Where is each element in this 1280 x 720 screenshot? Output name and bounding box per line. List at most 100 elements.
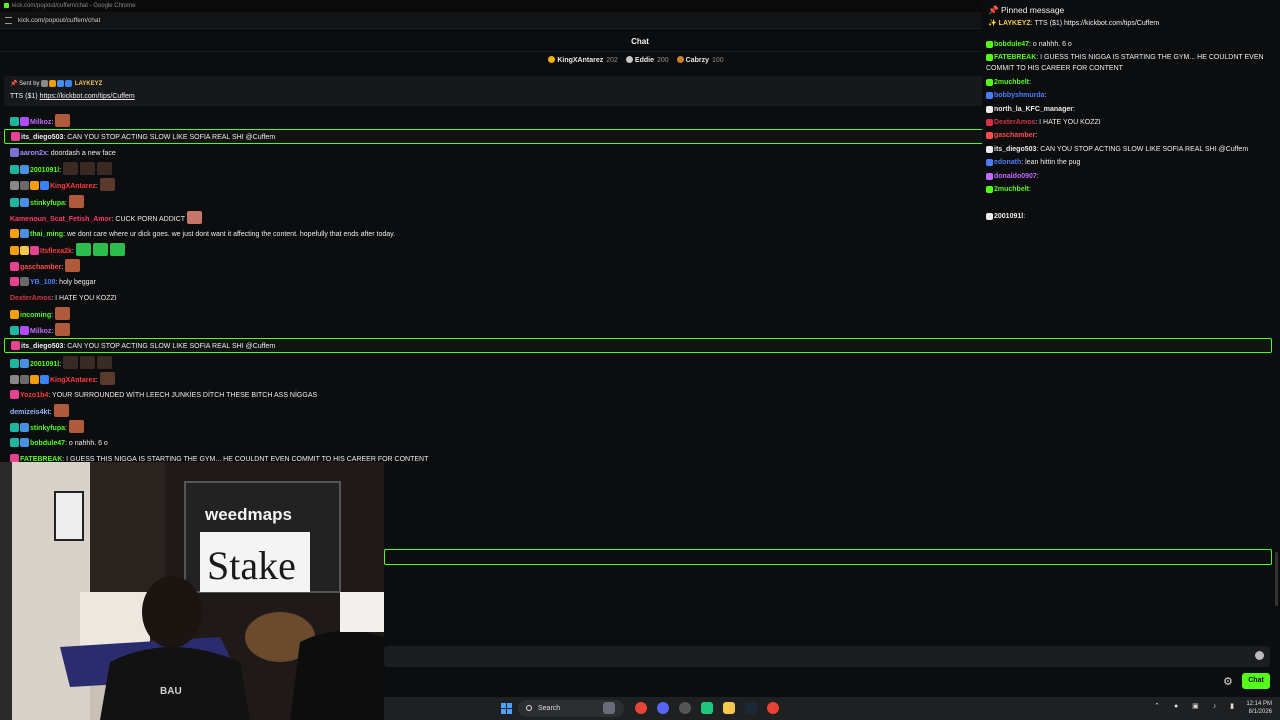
chat-message[interactable]: 2001091l: [4,162,113,177]
chat-text: : [51,119,54,126]
chat-message[interactable]: 2001091l: [4,355,113,371]
chat-message[interactable]: YB_108: holy beggar [4,275,96,290]
chat-username[interactable]: stinkyfupa [30,425,65,432]
chat-message[interactable]: Milkoz: [4,323,71,338]
user-badge-icon [20,181,29,191]
emote-icon [99,178,115,192]
chat-message[interactable]: KingXAntarez: [4,178,115,193]
user-badge-icon [40,181,49,191]
pinned-user[interactable]: LAYKEYZ [75,81,102,87]
leaderboard-points: 200 [656,57,669,64]
steam-icon[interactable] [745,702,757,714]
overlay-chat-message: north_la_KFC_manager: [986,105,1075,114]
chat-message[interactable]: stinkyfupa: [4,194,84,210]
chat-username[interactable]: Milkoz [30,328,51,335]
overlay-text: COMMIT TO HIS CAREER FOR CONTENT [986,65,1123,72]
chat-username[interactable]: Milkoz [30,119,51,126]
overlay-username: 2muchbelt [994,186,1030,193]
windows-start-icon[interactable] [501,703,512,714]
chat-message[interactable]: DexterAmos: I HATE YOU KOZZI [4,291,117,306]
weedmaps-banner-text: weedmaps [204,505,292,524]
overlay-text: : lean hittin the pug [1021,159,1081,166]
leaderboard-user[interactable]: KingXAntarez [557,57,603,64]
leaderboard-user[interactable]: Cabrzy [686,57,709,64]
user-badge-icon [20,197,29,207]
overlay-username: FATEBREAK [994,54,1037,61]
chat-username[interactable]: 2001091l [30,361,59,368]
chat-username[interactable]: demizeis4kt [10,409,50,416]
chat-username[interactable]: KingXAntarez [50,183,96,190]
chrome-icon[interactable] [635,702,647,714]
chat-text: : [49,408,52,416]
emote-icon [63,355,79,369]
chat-message[interactable]: thai_ming: we dont care where ur dick go… [4,227,395,242]
overlay-text: : I GUESS THIS NIGGA IS STARTING THE GYM… [1036,54,1264,61]
chat-username[interactable]: stinkyfupa [30,200,65,207]
file-explorer-icon[interactable] [723,702,735,714]
kick-app-icon[interactable] [701,702,713,714]
chat-message[interactable]: Yozo1b4: YOUR SURROUNDED WİTH LEECH JUNK… [4,388,317,403]
chat-message[interactable]: Itsflexa2k: [4,242,125,258]
chat-username[interactable]: Kamenoun_Scat_Fetish_Amor [10,216,112,223]
chat-message[interactable]: demizeis4kt: [4,403,69,419]
emote-icon [97,162,113,176]
user-badge-icon [11,132,20,142]
chat-message[interactable]: Milkoz: [4,114,71,129]
chat-username[interactable]: Itsflexa2k [40,248,72,255]
pinned-link[interactable]: https://kickbot.com/tips/Cuffem [40,93,135,100]
emote-icon [68,419,84,433]
chat-message[interactable]: bobdule47: o nahhh. 6 o [4,436,108,451]
overlay-username: edonath [994,159,1022,166]
chat-message[interactable]: Kamenoun_Scat_Fetish_Amor: CUCK PORN ADD… [4,210,203,226]
user-badge-icon [10,228,19,238]
sent-by-label: Sent by [19,81,40,87]
overlay-username: north_la_KFC_manager [994,106,1073,113]
user-badge-icon [20,374,29,384]
chrome-active-icon[interactable] [767,702,779,714]
send-chat-button[interactable]: Chat [1242,673,1270,689]
clock-date[interactable]: 8/1/2026 [1246,708,1272,716]
chat-message[interactable]: stinkyfupa: [4,419,84,435]
chat-settings-gear-icon[interactable]: ⚙ [1223,675,1233,688]
overlay-text: : [1036,173,1039,180]
discord-icon[interactable] [657,702,669,714]
chat-message[interactable]: aaron2x: doordash a new face [4,146,116,161]
chat-scrollbar[interactable] [1275,552,1278,606]
chat-input[interactable] [384,646,1270,667]
chat-username[interactable]: YB_108 [30,279,55,286]
chat-username[interactable]: its_diego503 [21,134,63,141]
chat-username[interactable]: DexterAmos [10,295,51,302]
chat-username[interactable]: KingXAntarez [50,377,96,384]
chat-text: : CAN YOU STOP ACTING SLOW LIKE SOFIA RE… [63,134,276,142]
chat-username[interactable]: its_diego503 [21,343,63,350]
pinned-message-heading: 📌 Pinned message [988,5,1065,15]
chat-message[interactable]: incoming: [4,307,71,322]
chat-username[interactable]: bobdule47 [30,440,65,447]
tray-icons[interactable]: ⌃ ● ▣ ♪ ▮ [1154,703,1240,711]
overlay-username: bobbyshmurda [994,92,1045,99]
chat-message[interactable]: its_diego503: CAN YOU STOP ACTING SLOW L… [4,338,1272,354]
chat-username[interactable]: thai_ming [30,231,63,238]
chat-username[interactable]: Yozo1b4 [20,392,48,399]
url-text[interactable]: kick.com/popout/cuffem/chat [18,17,100,24]
clock-time[interactable]: 12:14 PM [1246,700,1272,708]
user-badge-icon [986,54,993,61]
pinned-message-text: ✨ LAYKEYZ: TTS ($1) https://kickbot.com/… [988,20,1160,27]
obs-icon[interactable] [679,702,691,714]
user-badge-icon [986,106,993,113]
chat-username[interactable]: aaron2x [20,150,47,157]
overlay-chat-message: its_diego503: CAN YOU STOP ACTING SLOW L… [986,145,1248,154]
chat-username[interactable]: incoming [20,312,51,319]
leaderboard-user[interactable]: Eddie [635,57,654,64]
chat-message[interactable]: gaschamber: [4,258,81,274]
taskbar-widget-icon[interactable] [603,702,615,714]
emoji-picker-icon[interactable] [1255,651,1264,660]
overlay-username: donaldo0907 [994,173,1037,180]
kick-favicon-icon [4,3,9,8]
chat-username[interactable]: gaschamber [20,264,61,271]
site-info-icon[interactable] [5,17,12,24]
chat-username[interactable]: 2001091l [30,167,59,174]
user-badge-icon [10,374,19,384]
user-badge-icon [10,310,19,320]
chat-message[interactable]: KingXAntarez: [4,371,115,387]
